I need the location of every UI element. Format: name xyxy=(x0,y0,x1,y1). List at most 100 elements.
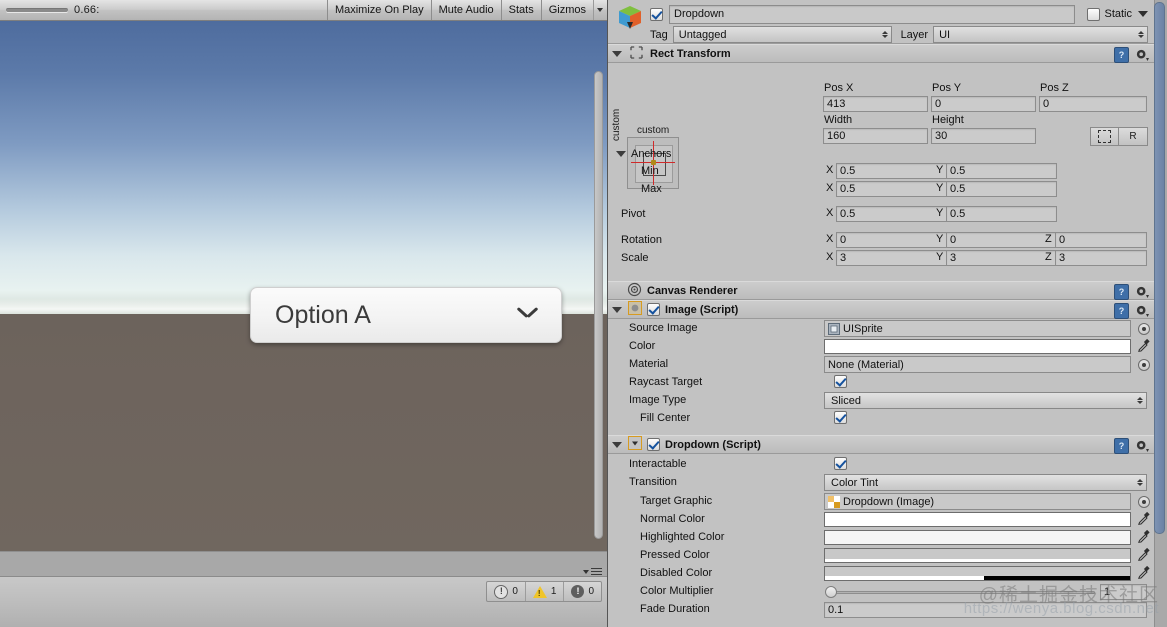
chevron-down-icon[interactable] xyxy=(1138,11,1148,17)
scale-y-input[interactable]: 3 xyxy=(946,250,1057,266)
pivot-y-input[interactable]: 0.5 xyxy=(946,206,1057,222)
info-count-cell[interactable]: ! 0 xyxy=(487,582,525,601)
layer-label: Layer xyxy=(900,28,929,41)
game-view-vertical-scrollbar[interactable] xyxy=(594,71,603,539)
pos-y-input[interactable]: 0 xyxy=(931,96,1036,112)
gear-icon[interactable] xyxy=(1135,304,1149,318)
aspect-zoom-control[interactable]: 0.66: xyxy=(0,4,99,16)
tag-dropdown[interactable]: Untagged xyxy=(672,26,892,43)
rotation-x-input[interactable]: 0 xyxy=(836,232,948,248)
layer-dropdown[interactable]: UI xyxy=(933,26,1148,43)
static-checkbox[interactable] xyxy=(1087,7,1101,21)
gameobject-name-input[interactable]: Dropdown xyxy=(669,4,1076,24)
normal-color-swatch[interactable] xyxy=(824,512,1131,527)
color-swatch[interactable] xyxy=(824,339,1131,354)
blueprint-mode-button[interactable] xyxy=(1090,127,1119,146)
width-input[interactable]: 160 xyxy=(823,128,928,144)
mute-audio-button[interactable]: Mute Audio xyxy=(430,0,501,20)
scale-z-axis: Z xyxy=(1045,251,1052,263)
maximize-on-play-button[interactable]: Maximize On Play xyxy=(326,0,431,20)
gear-icon[interactable] xyxy=(1135,439,1149,453)
eyedropper-icon[interactable] xyxy=(1137,511,1150,525)
help-icon[interactable]: ? xyxy=(1114,303,1129,319)
image-script-body: Source Image UISprite Color Material Non… xyxy=(608,319,1154,435)
foldout-arrow-icon[interactable] xyxy=(612,441,622,448)
scale-x-input[interactable]: 3 xyxy=(836,250,948,266)
raw-edit-button[interactable]: R xyxy=(1119,127,1148,146)
inspector-content: Dropdown Static Tag Untagged Layer UI Re… xyxy=(608,0,1154,627)
image-type-dropdown[interactable]: Sliced xyxy=(824,392,1147,409)
help-icon[interactable]: ? xyxy=(1114,47,1129,63)
warning-count-cell[interactable]: 1 xyxy=(524,582,564,601)
gear-icon[interactable] xyxy=(1135,285,1149,299)
rotation-z-input[interactable]: 0 xyxy=(1055,232,1147,248)
target-graphic-field[interactable]: Dropdown (Image) xyxy=(824,493,1131,510)
console-options-menu[interactable] xyxy=(583,568,602,575)
rect-transform-body: custom custom Pos X Pos Y Pos Z 413 0 0 … xyxy=(608,63,1154,206)
raycast-target-checkbox[interactable] xyxy=(834,375,847,388)
canvas-renderer-header[interactable]: Canvas Renderer ? xyxy=(608,281,1154,300)
gear-icon[interactable] xyxy=(1135,48,1149,62)
anchor-min-y-input[interactable]: 0.5 xyxy=(946,163,1057,179)
dropdown-script-header[interactable]: Dropdown (Script) ? xyxy=(608,435,1154,454)
image-enabled-checkbox[interactable] xyxy=(647,303,660,316)
scale-z-input[interactable]: 3 xyxy=(1055,250,1147,266)
game-view-canvas[interactable]: Option A xyxy=(0,21,607,551)
pos-z-header: Pos Z xyxy=(1040,82,1069,94)
inspector-scrollbar[interactable] xyxy=(1154,0,1167,627)
rect-transform-header[interactable]: Rect Transform ? xyxy=(608,44,1154,63)
foldout-arrow-icon[interactable] xyxy=(612,50,622,57)
material-field[interactable]: None (Material) xyxy=(824,356,1131,373)
height-input[interactable]: 30 xyxy=(931,128,1036,144)
target-graphic-select-button[interactable] xyxy=(1138,496,1150,508)
anchor-preset-widget[interactable] xyxy=(627,137,679,189)
help-icon[interactable]: ? xyxy=(1114,284,1129,300)
dropdown-enabled-checkbox[interactable] xyxy=(647,438,660,451)
gameobject-enabled-checkbox[interactable] xyxy=(650,7,663,21)
anchor-max-x-axis: X xyxy=(826,182,834,194)
transition-dropdown[interactable]: Color Tint xyxy=(824,474,1147,491)
anchor-max-y-input[interactable]: 0.5 xyxy=(946,181,1057,197)
stats-button[interactable]: Stats xyxy=(500,0,541,20)
anchor-max-x-input[interactable]: 0.5 xyxy=(836,181,948,197)
foldout-arrow-icon[interactable] xyxy=(616,151,626,157)
source-image-select-button[interactable] xyxy=(1138,323,1150,335)
fill-center-checkbox[interactable] xyxy=(834,411,847,424)
pivot-label: Pivot xyxy=(621,208,646,220)
anchor-min-label: Min xyxy=(641,165,659,177)
zoom-slider[interactable] xyxy=(6,8,68,12)
static-toggle-group[interactable]: Static xyxy=(1087,7,1148,21)
color-multiplier-label: Color Multiplier xyxy=(640,585,714,597)
error-count-cell[interactable]: ! 0 xyxy=(563,582,601,601)
eyedropper-icon[interactable] xyxy=(1137,547,1150,561)
foldout-arrow-icon[interactable] xyxy=(612,306,622,313)
color-multiplier-input[interactable]: 1 xyxy=(1100,584,1147,600)
inspector-scrollbar-thumb[interactable] xyxy=(1154,2,1165,534)
image-script-header[interactable]: Image (Script) ? xyxy=(608,300,1154,319)
eyedropper-icon[interactable] xyxy=(1137,565,1150,579)
highlighted-color-swatch[interactable] xyxy=(824,530,1131,545)
gizmos-button[interactable]: Gizmos xyxy=(540,0,593,20)
rotation-y-input[interactable]: 0 xyxy=(946,232,1057,248)
dropdown-widget[interactable]: Option A xyxy=(250,287,562,343)
help-icon[interactable]: ? xyxy=(1114,438,1129,454)
eyedropper-icon[interactable] xyxy=(1137,338,1150,352)
gizmos-dropdown-arrow[interactable] xyxy=(593,0,607,20)
anchor-min-x-input[interactable]: 0.5 xyxy=(836,163,948,179)
pos-x-input[interactable]: 413 xyxy=(823,96,928,112)
pressed-color-swatch[interactable] xyxy=(824,548,1131,563)
interactable-checkbox[interactable] xyxy=(834,457,847,470)
eyedropper-icon[interactable] xyxy=(1137,529,1150,543)
chevron-down-icon xyxy=(597,8,603,12)
scale-y-axis: Y xyxy=(936,251,944,263)
color-multiplier-slider-knob[interactable] xyxy=(825,586,837,598)
source-image-field[interactable]: UISprite xyxy=(824,320,1131,337)
disabled-color-swatch[interactable] xyxy=(824,566,1131,581)
material-select-button[interactable] xyxy=(1138,359,1150,371)
target-graphic-label: Target Graphic xyxy=(640,495,713,507)
fade-duration-input[interactable]: 0.1 xyxy=(824,602,1147,618)
anchors-foldout[interactable]: Anchors xyxy=(616,148,671,160)
pos-z-input[interactable]: 0 xyxy=(1039,96,1147,112)
pivot-x-input[interactable]: 0.5 xyxy=(836,206,948,222)
color-multiplier-slider-track[interactable] xyxy=(830,591,1095,594)
